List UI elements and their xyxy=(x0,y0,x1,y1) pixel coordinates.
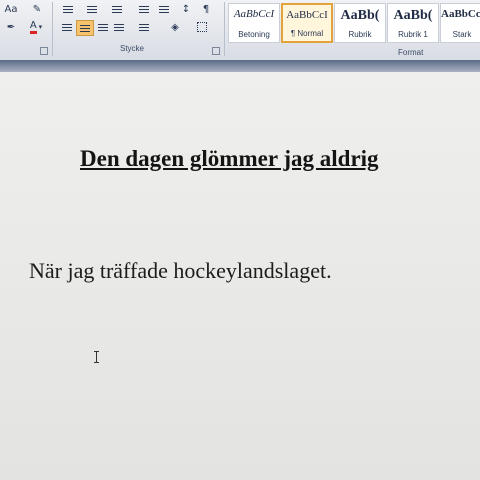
style-name: Rubrik xyxy=(348,30,372,39)
style-sample: AaBbCcI xyxy=(441,8,480,20)
justify-icon xyxy=(114,26,124,28)
multilevel-list-button[interactable] xyxy=(108,2,126,16)
font-size-button[interactable]: Aa xyxy=(2,2,20,16)
decrease-indent-button[interactable] xyxy=(136,2,152,16)
line-spacing-button[interactable] xyxy=(134,20,154,34)
document-title: Den dagen glömmer jag aldrig xyxy=(80,146,379,171)
line-spacing-icon xyxy=(139,26,149,28)
align-right-icon xyxy=(98,26,108,28)
style-name: ¶ Normal xyxy=(290,29,324,38)
style-rubrik[interactable]: AaBb( Rubrik xyxy=(334,3,386,43)
clear-format-button[interactable]: ✎ xyxy=(30,2,44,16)
style-sample: AaBbCcI xyxy=(286,9,328,21)
group-divider xyxy=(52,2,53,56)
increase-indent-button[interactable] xyxy=(156,2,172,16)
borders-icon xyxy=(197,22,207,32)
sort-icon: ↕ xyxy=(181,3,191,15)
align-center-icon xyxy=(80,27,90,29)
style-betoning[interactable]: AaBbCcI Betoning xyxy=(228,3,280,43)
style-normal[interactable]: AaBbCcI ¶ Normal xyxy=(281,3,333,43)
font-color-icon: A xyxy=(29,20,37,34)
font-size-icon: Aa xyxy=(4,3,18,15)
bullets-button[interactable] xyxy=(60,2,76,16)
document-page[interactable]: Den dagen glömmer jag aldrig När jag trä… xyxy=(0,72,480,480)
style-name: Rubrik 1 xyxy=(398,30,428,39)
highlighter-icon: ✒ xyxy=(6,21,16,33)
align-center-button[interactable] xyxy=(76,20,94,36)
style-sample: AaBbCcI xyxy=(233,8,275,20)
text-cursor-icon xyxy=(94,351,99,363)
styles-group-label: Format xyxy=(398,48,424,57)
chevron-down-icon: ▾ xyxy=(38,23,43,31)
group-divider xyxy=(224,2,225,56)
paragraph-dialog-launcher[interactable] xyxy=(212,47,220,55)
justify-button[interactable] xyxy=(112,20,126,34)
style-sample: AaBb( xyxy=(340,8,380,23)
clear-format-icon: ✎ xyxy=(32,3,42,15)
font-dialog-launcher[interactable] xyxy=(40,47,48,55)
show-hide-button[interactable]: ¶ xyxy=(200,2,212,16)
multilevel-list-icon xyxy=(112,8,122,10)
style-sample: AaBb( xyxy=(393,8,433,23)
align-left-button[interactable] xyxy=(60,20,74,34)
borders-button[interactable] xyxy=(192,20,212,34)
ruler-edge xyxy=(0,60,480,72)
style-rubrik-1[interactable]: AaBb( Rubrik 1 xyxy=(387,3,439,43)
document-paragraph: När jag träffade hockeylandslaget. xyxy=(29,258,332,283)
numbering-icon xyxy=(87,8,97,10)
align-right-button[interactable] xyxy=(96,20,110,34)
paint-bucket-icon: ◈ xyxy=(171,21,179,33)
style-name: Betoning xyxy=(238,30,270,39)
sort-button[interactable]: ↕ xyxy=(180,2,192,16)
highlight-button[interactable]: ✒ xyxy=(2,20,20,34)
decrease-indent-icon xyxy=(139,8,149,10)
style-stark[interactable]: AaBbCcI Stark xyxy=(440,3,480,43)
paragraph-group-label: Stycke xyxy=(120,44,145,53)
bullets-icon xyxy=(63,8,73,10)
ribbon: Aa ✎ ✒ A ▾ ↕ ¶ ◈ Stycke AaBbCcI Betoning… xyxy=(0,0,480,61)
shading-button[interactable]: ◈ xyxy=(164,20,186,34)
increase-indent-icon xyxy=(159,8,169,10)
pilcrow-icon: ¶ xyxy=(202,3,210,15)
style-name: Stark xyxy=(452,30,472,39)
numbering-button[interactable] xyxy=(84,2,100,16)
align-left-icon xyxy=(62,26,72,28)
font-color-button[interactable]: A ▾ xyxy=(26,20,46,34)
